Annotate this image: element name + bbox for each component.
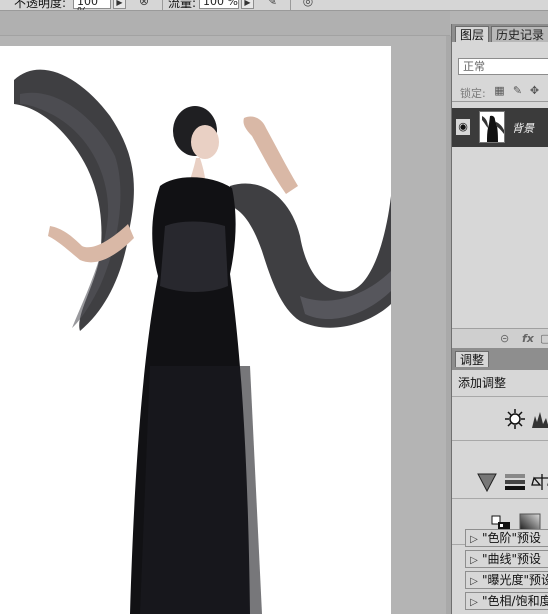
panels-dock: 图层 历史记录 正常 锁定: ▦ ✎ ✥ ◉ 背景 ⊝ fx ▢ 调整 添加调整 (451, 24, 548, 614)
eye-icon[interactable]: ◉ (456, 119, 470, 135)
vibrance-icon-glyph (477, 473, 497, 493)
color-balance-icon-glyph (531, 474, 548, 490)
flow-input[interactable]: 100 % (199, 0, 239, 9)
pasteboard (391, 36, 450, 614)
brightness-icon-glyph (505, 409, 525, 429)
separator (162, 0, 163, 10)
preset-label: "曝光度"预设 (482, 573, 548, 587)
expand-triangle-icon: ▷ (470, 534, 478, 545)
levels-icon-glyph (532, 412, 548, 428)
brightness-icon[interactable] (504, 408, 526, 430)
tab-layers[interactable]: 图层 (455, 26, 490, 42)
tablet-size-icon[interactable]: ◎ (300, 0, 316, 9)
preset-curves[interactable]: ▷ "曲线"预设 (465, 550, 548, 568)
flow-dropdown-icon[interactable]: ▶ (241, 0, 254, 9)
opacity-label: 不透明度: (14, 0, 67, 10)
opacity-input[interactable]: 100 % (73, 0, 111, 10)
tab-history[interactable]: 历史记录 (491, 26, 548, 42)
lock-move-icon[interactable]: ✥ (528, 84, 541, 98)
expand-triangle-icon: ▷ (470, 576, 478, 587)
fx-icon[interactable]: fx (522, 332, 534, 346)
layer-thumbnail (479, 111, 505, 143)
layer-name: 背景 (512, 122, 534, 135)
lock-label: 锁定: (460, 87, 486, 100)
vibrance-icon[interactable] (476, 471, 498, 493)
color-balance-icon[interactable] (531, 471, 548, 493)
divider (452, 396, 548, 397)
document-canvas[interactable] (0, 46, 391, 614)
layer-row-background[interactable]: ◉ 背景 (452, 108, 548, 147)
lock-transparent-icon[interactable]: ▦ (493, 84, 506, 98)
preset-levels[interactable]: ▷ "色阶"预设 (465, 529, 548, 547)
preset-hue-saturation[interactable]: ▷ "色相/饱和度"预设 (465, 592, 548, 610)
blend-mode-select[interactable]: 正常 (458, 58, 548, 75)
layer-mask-icon[interactable]: ▢ (540, 332, 548, 346)
flow-label: 流量: (168, 0, 197, 10)
add-adjustment-label: 添加调整 (458, 376, 507, 390)
hue-saturation-icon-glyph (505, 474, 525, 490)
document-tab-strip (0, 11, 450, 36)
adjustments-tab-row: 调整 (452, 348, 548, 370)
opacity-dropdown-icon[interactable]: ▶ (113, 0, 126, 9)
lock-brush-icon[interactable]: ✎ (511, 84, 524, 98)
levels-icon[interactable] (531, 408, 548, 430)
airbrush-icon[interactable]: ✎ (264, 0, 280, 9)
hue-saturation-icon[interactable] (504, 471, 526, 493)
link-icon[interactable]: ⊝ (500, 332, 509, 346)
tablet-pressure-icon[interactable]: ⊗ (136, 0, 152, 9)
preset-exposure[interactable]: ▷ "曝光度"预设 (465, 571, 548, 589)
layers-footer: ⊝ fx ▢ (452, 328, 548, 350)
preset-label: "色阶"预设 (482, 531, 542, 545)
tab-adjustments[interactable]: 调整 (455, 351, 490, 367)
expand-triangle-icon: ▷ (470, 555, 478, 566)
preset-label: "曲线"预设 (482, 552, 542, 566)
lock-row: 锁定: ▦ ✎ ✥ (452, 82, 548, 102)
preset-label: "色相/饱和度"预设 (482, 594, 548, 608)
layer-thumbnail-figure (482, 115, 504, 142)
divider (452, 440, 548, 441)
layers-tab-row: 图层 历史记录 (452, 24, 548, 42)
expand-triangle-icon: ▷ (470, 597, 478, 608)
photo-dancer-in-black-silk (14, 69, 391, 614)
options-bar: 不透明度: 100 % ▶ ⊗ 流量: 100 % ▶ ✎ ◎ (0, 0, 548, 11)
divider (452, 498, 548, 499)
separator (290, 0, 291, 10)
